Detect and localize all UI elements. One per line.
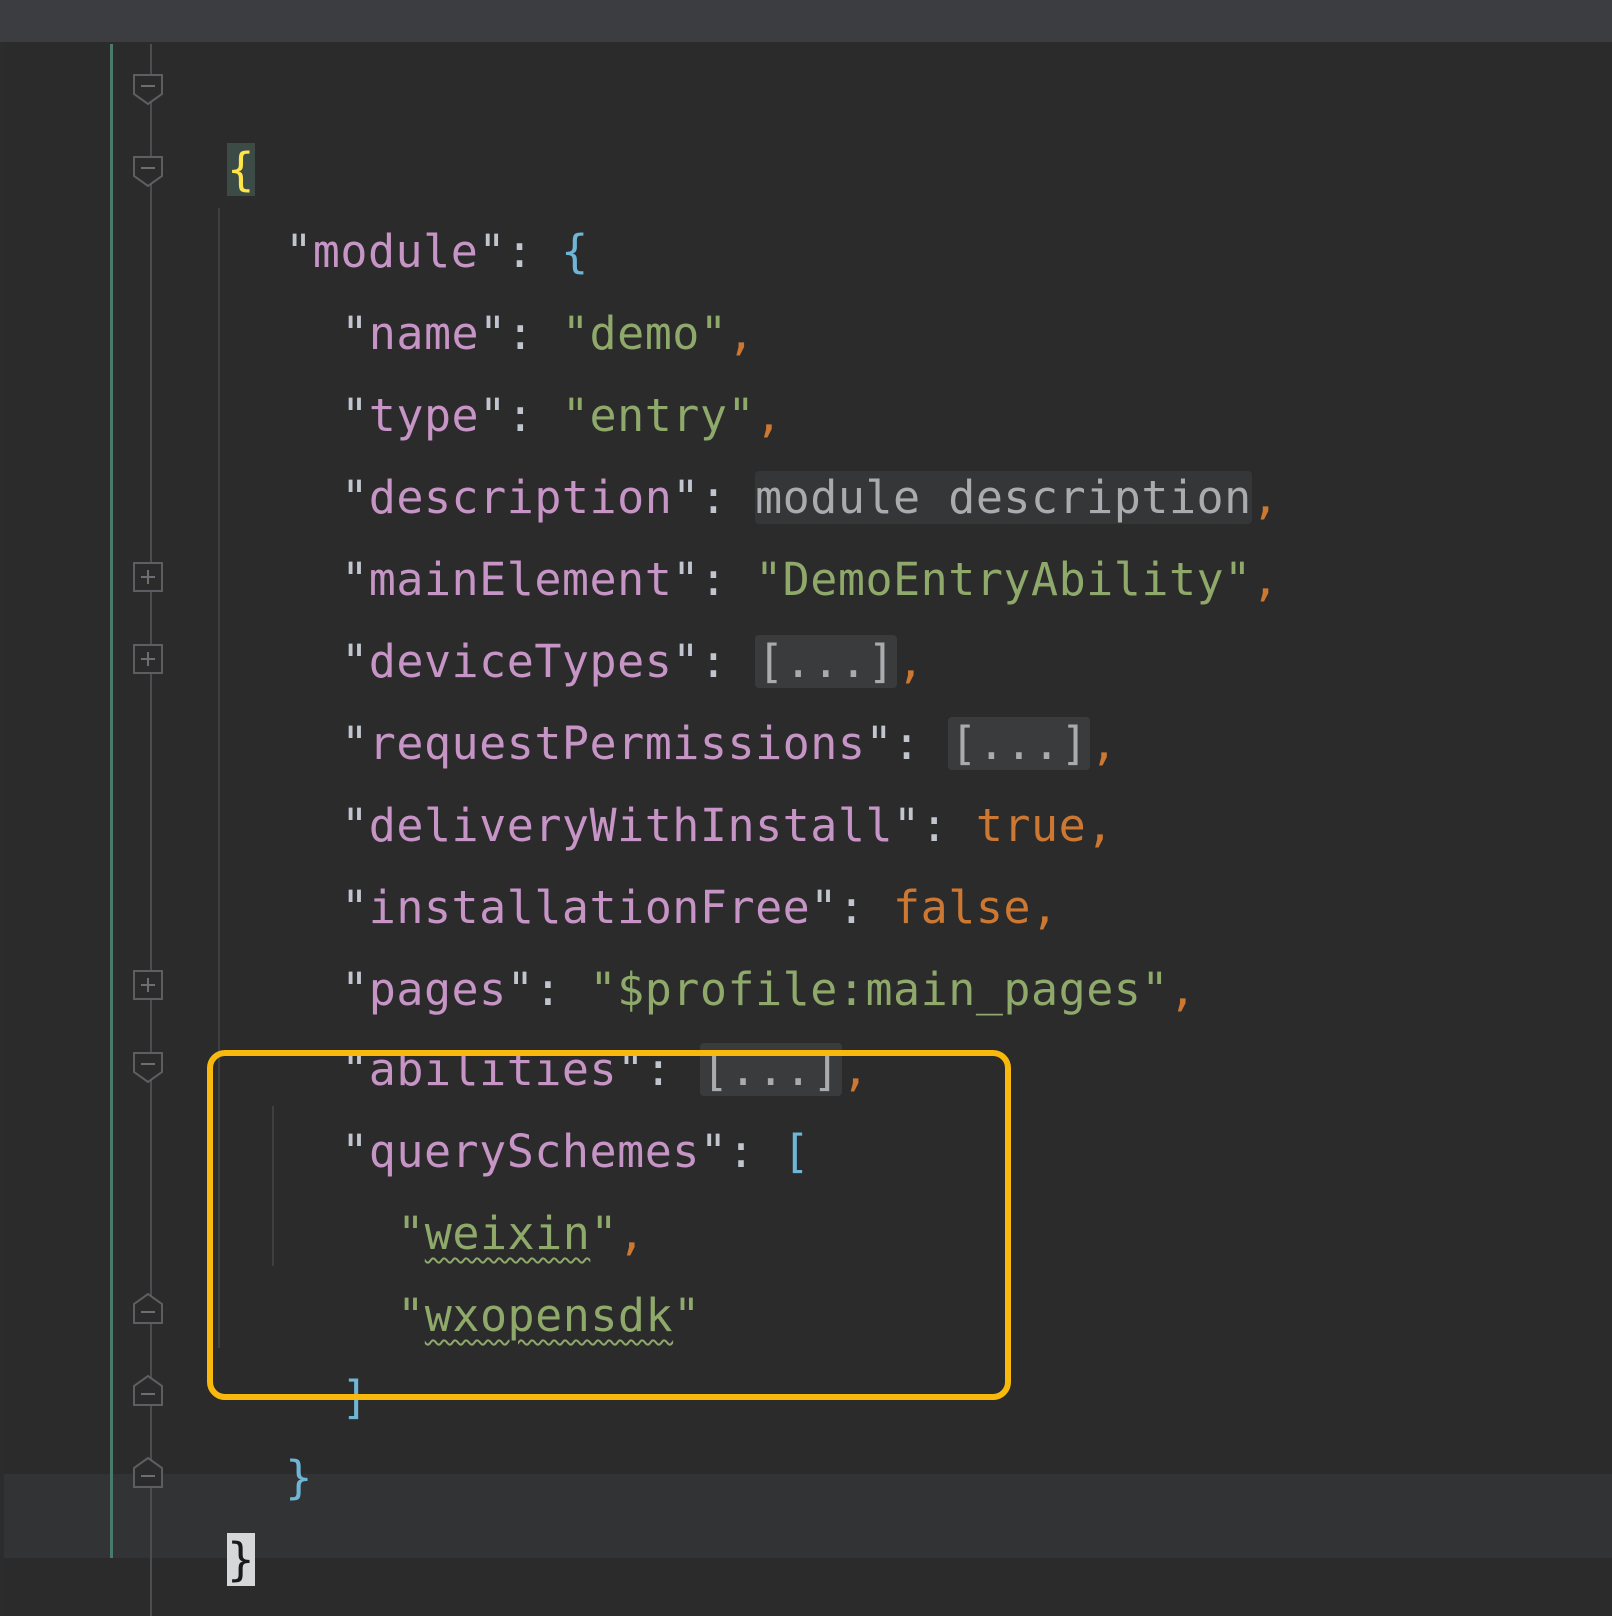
fold-expand-icon[interactable] (131, 968, 165, 1002)
fold-end-icon[interactable] (131, 1456, 165, 1490)
code-line[interactable]: "abilities": [...], (286, 944, 869, 1096)
code-line[interactable]: "installationFree": false, (286, 782, 1059, 934)
code-line[interactable]: "name": "demo", (286, 208, 755, 360)
code-line[interactable]: { (172, 44, 255, 196)
code-line[interactable]: "deliveryWithInstall": true, (286, 700, 1114, 852)
fold-end-icon[interactable] (131, 1374, 165, 1408)
fold-collapse-icon[interactable] (131, 72, 165, 106)
fold-collapse-icon[interactable] (131, 1050, 165, 1084)
code-line[interactable]: } (172, 1434, 255, 1586)
annotation-highlight-box (207, 1050, 1011, 1400)
editor-tab-bar (0, 0, 1612, 42)
fold-collapse-icon[interactable] (131, 154, 165, 188)
code-line[interactable]: "requestPermissions": [...], (286, 618, 1118, 770)
fold-expand-icon[interactable] (131, 560, 165, 594)
code-line[interactable]: "module": { (230, 126, 589, 278)
code-line[interactable]: "mainElement": "DemoEntryAbility", (286, 454, 1279, 606)
fold-end-icon[interactable] (131, 1292, 165, 1326)
close-brace: } (285, 1451, 313, 1504)
code-line[interactable]: "pages": "$profile:main_pages", (286, 864, 1197, 1016)
code-line[interactable]: "description": module description, (286, 372, 1279, 524)
code-line[interactable]: "deviceTypes": [...], (286, 536, 925, 688)
code-line[interactable]: "type": "entry", (286, 290, 783, 442)
gutter-change-marker (110, 44, 113, 1558)
close-brace: } (227, 1533, 255, 1586)
fold-expand-icon[interactable] (131, 642, 165, 676)
